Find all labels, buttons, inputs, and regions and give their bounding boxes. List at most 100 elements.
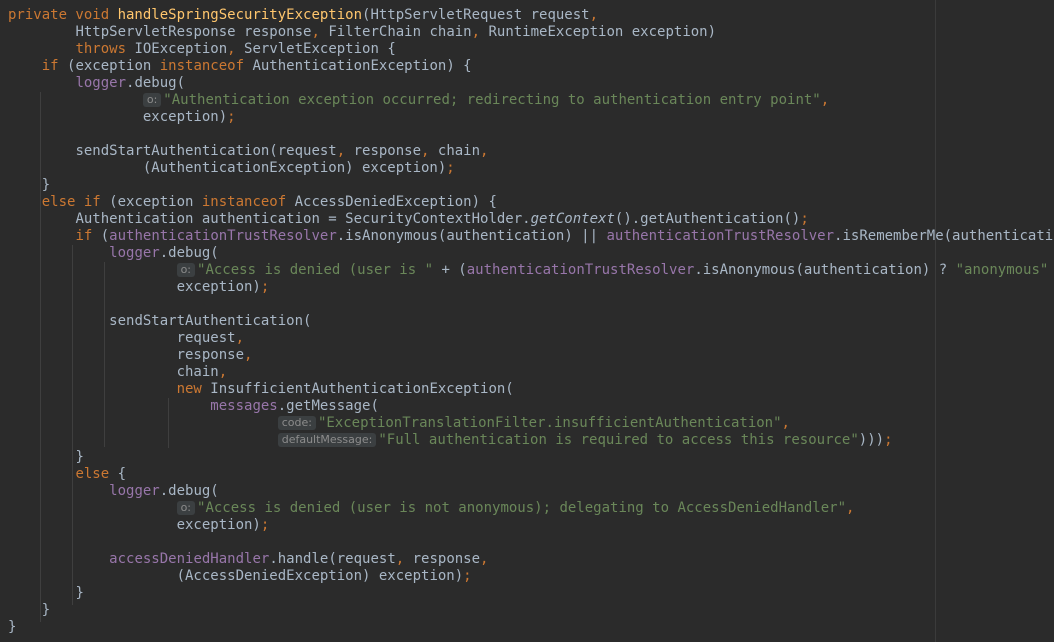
code-line: o: "Access is denied (user is " + (authen… (8, 262, 1054, 279)
parameter-hint: o: (176, 501, 196, 515)
code-token: (AuthenticationException) exception) (142, 160, 447, 176)
code-line: response, (8, 347, 1054, 364)
code-token: handleSpringSecurityException (117, 7, 363, 23)
code-token: ))) (858, 432, 885, 448)
code-token: .debug( (159, 483, 219, 499)
code-token: , (471, 24, 489, 40)
code-token: instanceof (159, 58, 253, 74)
code-token: , (395, 551, 413, 567)
code-token: HttpServletResponse response (75, 24, 312, 40)
code-token: .isRememberMe(authentication)) { (834, 228, 1054, 244)
code-token: , (781, 415, 790, 431)
code-line: accessDeniedHandler.handle(request, resp… (8, 551, 1054, 568)
code-token: private void (8, 7, 118, 23)
code-token: else (75, 466, 118, 482)
code-token: , (846, 500, 855, 516)
code-token: FilterChain chain (328, 24, 472, 40)
code-token: "Authentication exception occurred; redi… (163, 92, 821, 108)
code-line: } (8, 585, 1054, 602)
code-line: throws IOException, ServletException { (8, 41, 1054, 58)
code-lines: private void handleSpringSecurityExcepti… (8, 7, 1054, 636)
code-token: (AccessDeniedException) exception) (176, 568, 464, 584)
code-token: chain (176, 364, 219, 380)
code-token: getContext (530, 211, 615, 227)
code-token: "Access is denied (user is " (197, 262, 442, 278)
code-token: (HttpServletRequest request (362, 7, 590, 23)
code-token: ; (260, 279, 270, 295)
code-token: response (412, 551, 481, 567)
code-token: , (820, 92, 830, 108)
code-token: } (8, 619, 17, 635)
code-line: o: "Authentication exception occurred; re… (8, 92, 1054, 109)
code-token: accessDeniedHandler (109, 551, 270, 567)
code-token: ; (800, 211, 809, 227)
code-token: Authentication authentication = Security… (75, 211, 531, 227)
code-line: o: "Access is denied (user is not anonymo… (8, 500, 1054, 517)
code-token: , (227, 41, 245, 57)
code-line: } (8, 449, 1054, 466)
code-token: authenticationTrustResolver (109, 228, 337, 244)
code-token: new (176, 381, 211, 397)
code-token: "Access is denied (user is not anonymous… (197, 500, 847, 516)
code-line: else if (exception instanceof AccessDeni… (8, 194, 1054, 211)
code-token: } (75, 449, 84, 465)
code-line: HttpServletResponse response, FilterChai… (8, 24, 1054, 41)
code-token: .isAnonymous(authentication) ? (694, 262, 956, 278)
code-token: exception) (142, 109, 228, 125)
code-line: chain, (8, 364, 1054, 381)
code-token: instanceof (201, 194, 295, 210)
code-token: { (117, 466, 127, 482)
parameter-hint: o: (142, 93, 162, 107)
code-token: logger (109, 245, 160, 261)
code-line: exception); (8, 109, 1054, 126)
code-line: defaultMessage: "Full authentication is r… (8, 432, 1054, 449)
code-token: logger (109, 483, 160, 499)
code-token: sendStartAuthentication(request (75, 143, 337, 159)
code-token: exception) (176, 517, 261, 533)
code-token: (exception (67, 58, 160, 74)
code-token: request (176, 330, 236, 346)
code-token: if (75, 228, 101, 244)
code-token: chain (437, 143, 481, 159)
code-line: logger.debug( (8, 483, 1054, 500)
code-line: logger.debug( (8, 75, 1054, 92)
code-line: } (8, 602, 1054, 619)
code-token: "ExceptionTranslationFilter.insufficient… (317, 415, 782, 431)
code-line: (AuthenticationException) exception); (8, 160, 1054, 177)
code-token: } (75, 585, 84, 601)
code-token: , (336, 143, 354, 159)
code-token: ; (463, 568, 472, 584)
code-line: } (8, 619, 1054, 636)
code-token: , (480, 143, 489, 159)
code-line: new InsufficientAuthenticationException( (8, 381, 1054, 398)
code-token: , (480, 551, 489, 567)
code-token: authenticationTrustResolver (466, 262, 695, 278)
code-line: (AccessDeniedException) exception); (8, 568, 1054, 585)
code-line: if (authenticationTrustResolver.isAnonym… (8, 228, 1054, 245)
code-token: , (421, 143, 438, 159)
code-token: logger (75, 75, 127, 91)
code-token: } (41, 177, 51, 193)
code-editor[interactable]: private void handleSpringSecurityExcepti… (0, 0, 1054, 642)
